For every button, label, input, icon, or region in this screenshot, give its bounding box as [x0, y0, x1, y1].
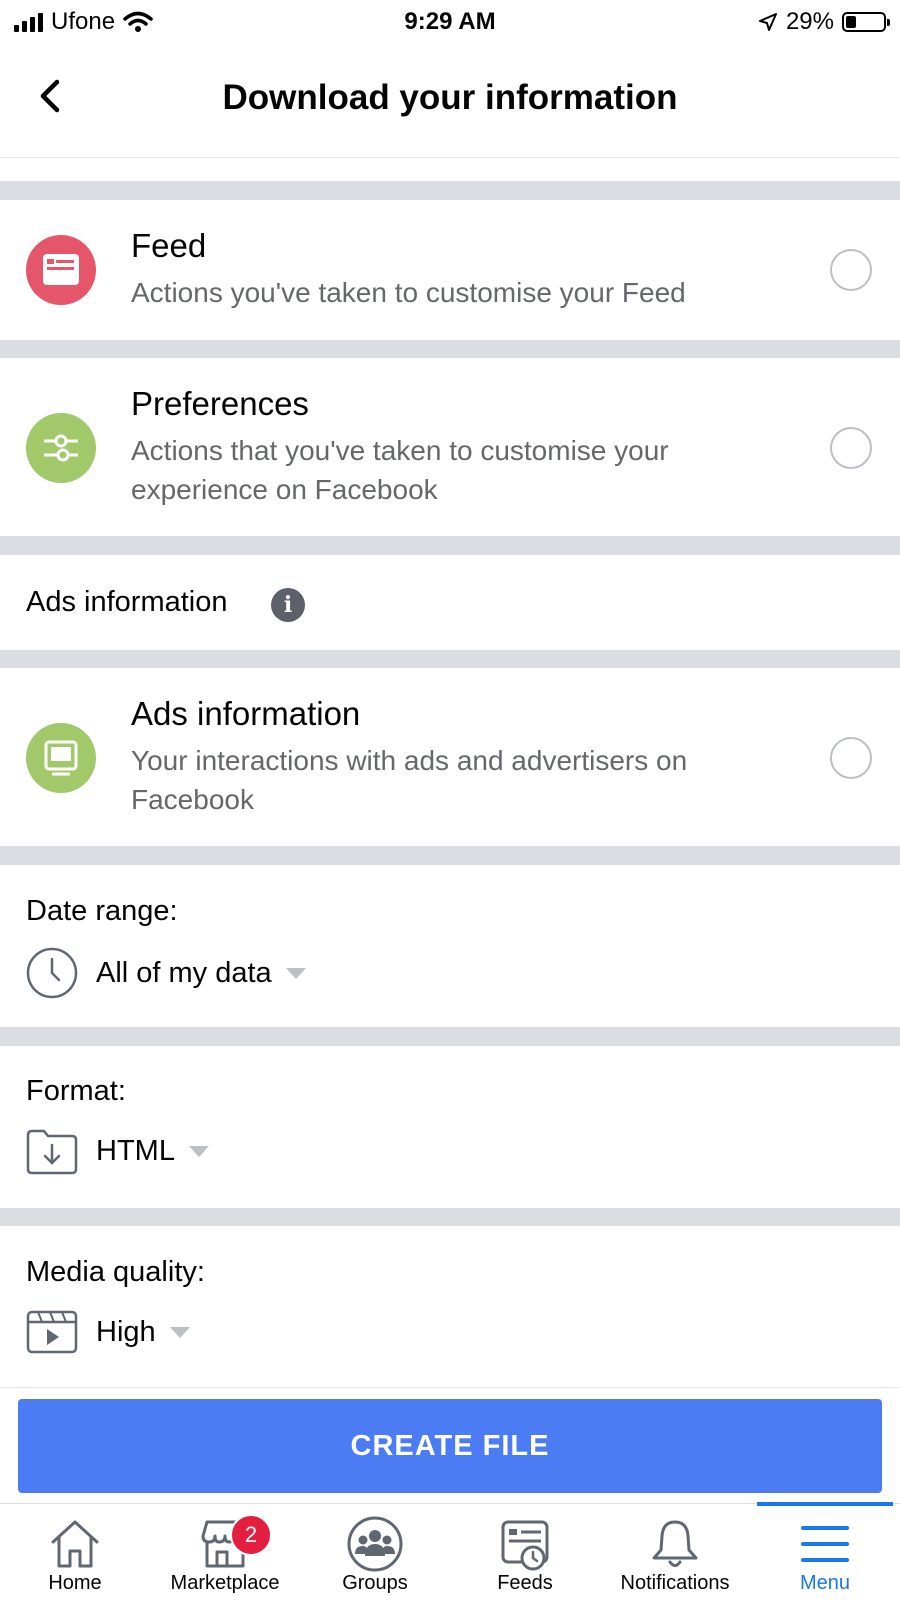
section-heading: Ads information [26, 586, 228, 618]
menu-icon [801, 1526, 849, 1562]
nav-label: Marketplace [170, 1572, 280, 1594]
radio-button[interactable] [830, 427, 872, 469]
home-icon [51, 1520, 99, 1568]
battery-percent: 29% [785, 8, 834, 35]
section-divider [0, 340, 900, 358]
format-label: Format: [26, 1075, 126, 1107]
date-range-select[interactable]: All of my data [26, 947, 306, 999]
section-divider [0, 650, 900, 668]
page-title: Download your information [222, 78, 678, 117]
option-title: Preferences [131, 385, 309, 422]
dropdown-caret-icon [285, 967, 306, 979]
nav-label: Notifications [620, 1572, 730, 1594]
info-icon[interactable]: i [271, 588, 305, 622]
video-clapper-icon [26, 1310, 78, 1354]
option-description: Actions that you've taken to customise y… [131, 435, 669, 505]
battery-icon [842, 12, 890, 32]
option-title: Feed [131, 227, 207, 264]
bell-icon [652, 1520, 698, 1567]
section-divider [0, 181, 900, 200]
nav-item-marketplace[interactable]: Marketplace [150, 1504, 300, 1601]
option-preferences[interactable]: Preferences Actions that you've taken to… [0, 358, 900, 536]
section-divider [0, 536, 900, 555]
option-feed[interactable]: Feed Actions you've taken to customise y… [0, 200, 900, 341]
nav-label: Home [48, 1572, 102, 1594]
sliders-icon [26, 413, 96, 483]
media-quality-value: High [96, 1315, 156, 1348]
nav-item-feeds[interactable]: Feeds [450, 1504, 600, 1601]
notification-badge: 2 [230, 1514, 272, 1556]
groups-icon [347, 1516, 403, 1572]
section-divider [0, 1027, 900, 1046]
feeds-icon [501, 1520, 549, 1571]
nav-item-menu[interactable]: Menu [750, 1504, 900, 1601]
location-arrow-icon [758, 13, 777, 31]
format-select[interactable]: HTML [26, 1127, 209, 1175]
option-title: Ads information [131, 695, 361, 732]
date-range-value: All of my data [96, 956, 272, 989]
nav-label: Menu [799, 1572, 851, 1594]
folder-download-icon [26, 1129, 78, 1175]
media-quality-label: Media quality: [26, 1256, 205, 1288]
nav-item-groups[interactable]: Groups [300, 1504, 450, 1601]
dropdown-caret-icon [188, 1145, 209, 1157]
option-description: Actions you've taken to customise your F… [131, 277, 686, 308]
format-value: HTML [96, 1134, 175, 1167]
monitor-icon [26, 723, 96, 793]
date-range-label: Date range: [26, 895, 178, 927]
clock-icon [26, 947, 78, 999]
page-header: Download your information [0, 44, 900, 158]
nav-item-notifications[interactable]: Notifications [600, 1504, 750, 1601]
feed-icon [26, 235, 96, 305]
option-description: Your interactions with ads and advertise… [131, 745, 688, 815]
radio-button[interactable] [830, 737, 872, 779]
status-bar: Ufone 9:29 AM 29% [0, 0, 900, 44]
media-quality-select[interactable]: High [26, 1310, 190, 1354]
status-right: 29% [758, 8, 890, 36]
nav-item-home[interactable]: Home [0, 1504, 150, 1601]
bottom-nav: Home Marketplace 2 Groups Feeds Notifica… [0, 1502, 900, 1601]
dropdown-caret-icon [169, 1326, 190, 1338]
nav-label: Groups [342, 1572, 408, 1594]
radio-button[interactable] [830, 249, 872, 291]
nav-label: Feeds [497, 1572, 553, 1594]
section-divider [0, 846, 900, 865]
option-ads-information[interactable]: Ads information Your interactions with a… [0, 668, 900, 846]
section-divider [0, 1208, 900, 1226]
divider [0, 1387, 900, 1388]
create-file-button[interactable]: CREATE FILE [18, 1399, 882, 1493]
